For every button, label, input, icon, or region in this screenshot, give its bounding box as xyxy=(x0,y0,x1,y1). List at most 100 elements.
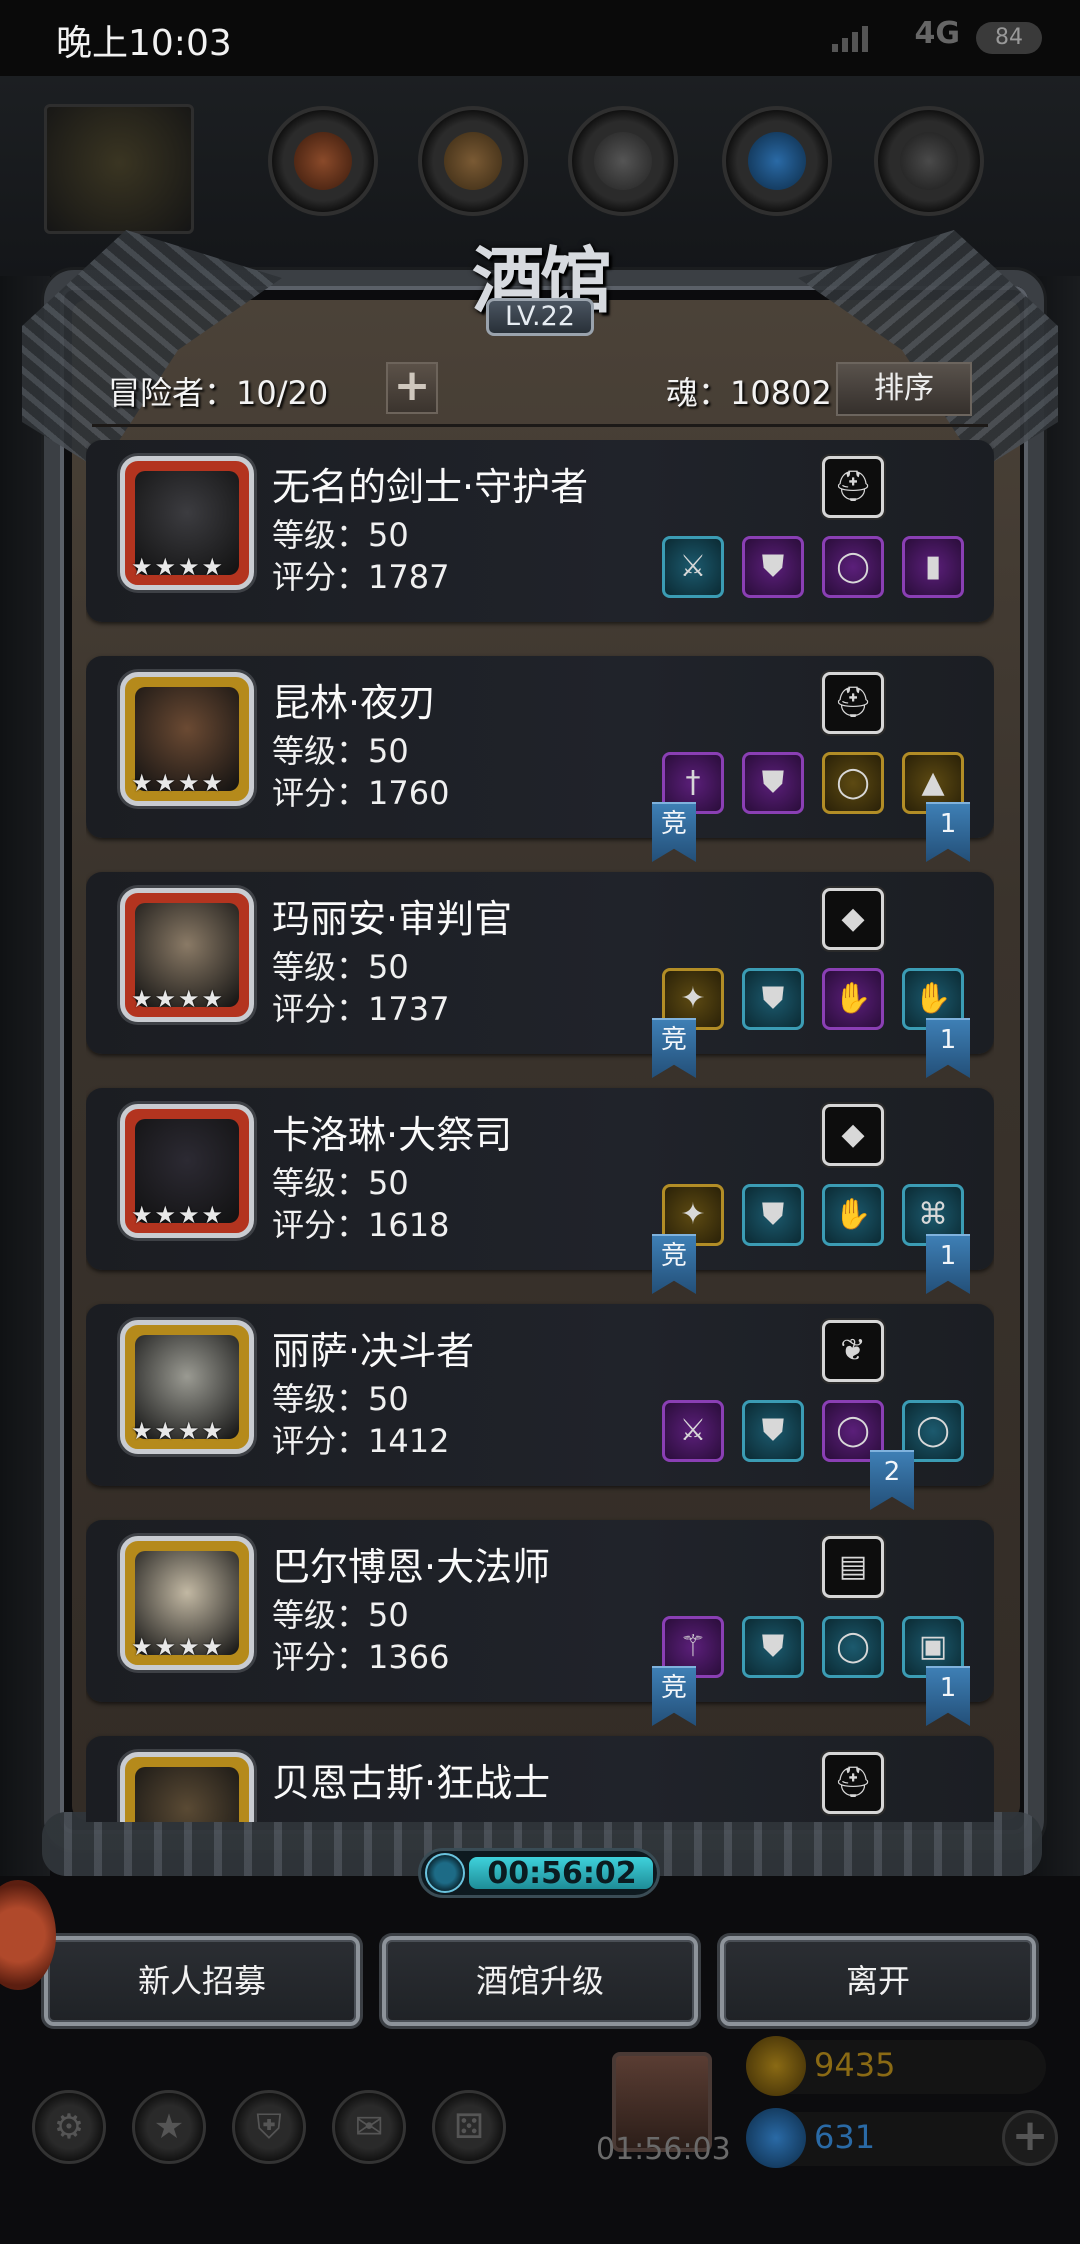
resource-orb-crystal[interactable] xyxy=(722,106,832,216)
hero-stars: ★★★★ xyxy=(131,769,226,797)
hero-skill-slot[interactable]: ⛑ xyxy=(822,456,884,518)
hero-avatar[interactable]: ★★★★ xyxy=(120,1536,254,1670)
hero-card[interactable]: ★★★★ 昆林·夜刃 等级：50 评分：1760 ⛑ † ⛊ ◯ ▲ 竞 1 xyxy=(86,656,994,862)
header-divider xyxy=(92,424,988,427)
hero-avatar[interactable] xyxy=(120,1752,254,1822)
sword-icon: ⚔ xyxy=(679,1413,707,1448)
hero-name: 无名的剑士·守护者 xyxy=(272,465,589,509)
hero-card[interactable]: ★★★★ 卡洛琳·大祭司 等级：50 评分：1618 ◆ ✦ ⛊ ✋ ⌘ 竞 1 xyxy=(86,1088,994,1294)
mail-icon[interactable]: ✉ xyxy=(332,2090,406,2164)
hero-score: 评分：1787 xyxy=(272,558,450,596)
ring-icon: ◯ xyxy=(836,765,870,800)
hero-avatar[interactable]: ★★★★ xyxy=(120,456,254,590)
hero-avatar[interactable]: ★★★★ xyxy=(120,672,254,806)
clock-icon xyxy=(425,1853,465,1893)
helm-icon[interactable]: ⛨ xyxy=(232,2090,306,2164)
hero-card[interactable]: ★★★★ 丽萨·决斗者 等级：50 评分：1412 ❦ ⚔ ⛊ ◯ ◯ 2 xyxy=(86,1304,994,1510)
equipment-slot[interactable]: ⚔ xyxy=(662,1400,724,1462)
feather-icon: ❦ xyxy=(840,1333,866,1368)
player-portrait[interactable] xyxy=(44,104,194,234)
equipment-slot[interactable]: ▮ xyxy=(902,536,964,598)
hero-stars: ★★★★ xyxy=(131,553,226,581)
equipment-slot[interactable]: ✋ xyxy=(822,968,884,1030)
hero-card[interactable]: 贝恩古斯·狂战士 ⛑ xyxy=(86,1736,994,1822)
ring-icon: ◯ xyxy=(836,549,870,584)
hero-skill-slot[interactable]: ◆ xyxy=(822,1104,884,1166)
ring-icon: ◯ xyxy=(836,1629,870,1664)
equipment-slot[interactable]: ⚔ xyxy=(662,536,724,598)
equipment-slot[interactable]: ⛊ xyxy=(742,752,804,814)
add-slot-button[interactable]: + xyxy=(386,362,438,414)
soul-count: 魂：10802 xyxy=(666,374,832,412)
resource-orb-iron[interactable] xyxy=(874,106,984,216)
upgrade-tavern-button[interactable]: 酒馆升级 xyxy=(382,1936,698,2026)
hero-avatar[interactable]: ★★★★ xyxy=(120,1104,254,1238)
gold-value: 9435 xyxy=(814,2046,896,2084)
resource-orb-stone[interactable] xyxy=(568,106,678,216)
armor-icon: ⛊ xyxy=(761,1629,785,1664)
hero-level: 等级：50 xyxy=(272,948,409,986)
equipment-slot[interactable]: ⛊ xyxy=(742,536,804,598)
hero-skill-slot[interactable]: ⛑ xyxy=(822,1752,884,1814)
hero-portrait xyxy=(135,1767,239,1822)
signal-icon xyxy=(832,26,870,52)
armor-icon: ⛊ xyxy=(761,765,785,800)
equipment-slot[interactable]: ⛊ xyxy=(742,1400,804,1462)
armor-icon: ⛊ xyxy=(761,549,785,584)
hero-stars: ★★★★ xyxy=(131,1201,226,1229)
hero-list[interactable]: ★★★★ 无名的剑士·守护者 等级：50 评分：1787 ⛑ ⚔ ⛊ ◯ ▮ ★★★★ 昆林·夜刃等… xyxy=(86,440,994,1822)
hero-name: 丽萨·决斗者 xyxy=(272,1329,475,1373)
gear-icon[interactable]: ⚙ xyxy=(32,2090,106,2164)
hero-name: 卡洛琳·大祭司 xyxy=(272,1113,513,1157)
equipment-slot[interactable]: ◯ xyxy=(822,536,884,598)
sort-button[interactable]: 排序 xyxy=(836,362,972,416)
equipment-slot[interactable]: ⛊ xyxy=(742,1616,804,1678)
dice-icon[interactable]: ⚄ xyxy=(432,2090,506,2164)
equipment-slot[interactable]: ◯ xyxy=(822,752,884,814)
hero-skill-slot[interactable]: ◆ xyxy=(822,888,884,950)
crystal-icon: ◆ xyxy=(841,901,865,936)
rank-badge: 1 xyxy=(926,1018,970,1078)
hero-score: 评分：1366 xyxy=(272,1638,450,1676)
rank-badge: 1 xyxy=(926,1666,970,1726)
hero-score: 评分：1618 xyxy=(272,1206,450,1244)
hero-card[interactable]: ★★★★ 无名的剑士·守护者 等级：50 评分：1787 ⛑ ⚔ ⛊ ◯ ▮ xyxy=(86,440,994,622)
resource-orb-meat[interactable] xyxy=(268,106,378,216)
hero-skill-slot[interactable]: ❦ xyxy=(822,1320,884,1382)
hero-stars: ★★★★ xyxy=(131,985,226,1013)
hero-level: 等级：50 xyxy=(272,732,409,770)
equipment-slot[interactable]: ◯ xyxy=(822,1616,884,1678)
battery-indicator: 84 xyxy=(976,22,1042,54)
equipment-slot[interactable]: ✋ xyxy=(822,1184,884,1246)
status-bar: 晚上10:03 4G 84 xyxy=(0,0,1080,76)
gauntlet-icon: ✋ xyxy=(834,981,872,1016)
hero-stars: ★★★★ xyxy=(131,1633,226,1661)
hero-score: 评分：1412 xyxy=(272,1422,450,1460)
hero-skill-slot[interactable]: ▤ xyxy=(822,1536,884,1598)
hero-stars: ★★★★ xyxy=(131,1417,226,1445)
resource-orb-wood[interactable] xyxy=(418,106,528,216)
crystal-icon: ◆ xyxy=(841,1117,865,1152)
add-currency-button[interactable]: + xyxy=(1002,2110,1058,2166)
tavern-level-badge: LV.22 xyxy=(486,298,594,336)
hero-card[interactable]: ★★★★ 巴尔博恩·大法师 等级：50 评分：1366 ▤ ⚚ ⛊ ◯ ▣ 竞 1 xyxy=(86,1520,994,1726)
equipment-slot[interactable]: ⛊ xyxy=(742,968,804,1030)
hero-level: 等级：50 xyxy=(272,1596,409,1634)
hero-name: 巴尔博恩·大法师 xyxy=(272,1545,551,1589)
recruit-button[interactable]: 新人招募 xyxy=(44,1936,360,2026)
shield-icon: ▮ xyxy=(924,549,942,584)
rank-badge: 1 xyxy=(926,1234,970,1294)
star-icon[interactable]: ★ xyxy=(132,2090,206,2164)
hero-name: 玛丽安·审判官 xyxy=(272,897,513,941)
hero-avatar[interactable]: ★★★★ xyxy=(120,1320,254,1454)
helmet-icon: ⛑ xyxy=(833,1765,873,1800)
leave-button[interactable]: 离开 xyxy=(720,1936,1036,2026)
gauntlet-icon: ✋ xyxy=(834,1197,872,1232)
hero-avatar[interactable]: ★★★★ xyxy=(120,888,254,1022)
arena-badge: 竞 xyxy=(652,802,696,862)
sword-icon: ⚔ xyxy=(679,549,707,584)
equipment-slot[interactable]: ⛊ xyxy=(742,1184,804,1246)
hero-card[interactable]: ★★★★ 玛丽安·审判官 等级：50 评分：1737 ◆ ✦ ⛊ ✋ ✋ 竞 1 xyxy=(86,872,994,1078)
adventurer-count: 冒险者：10/20 xyxy=(108,374,329,412)
hero-skill-slot[interactable]: ⛑ xyxy=(822,672,884,734)
